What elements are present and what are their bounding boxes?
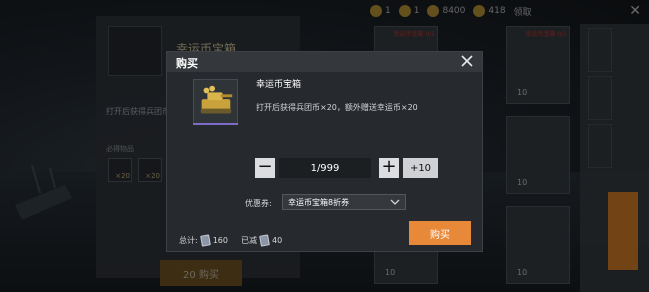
currency-icon [259, 234, 270, 247]
total-label: 总计: [179, 236, 198, 245]
total-value: 160 [212, 236, 228, 245]
price-summary: 总计: 160 已减 40 [179, 234, 283, 247]
quantity-input[interactable]: 1/999 [279, 158, 371, 178]
quantity-minus-button[interactable]: − [255, 158, 275, 178]
rarity-bar [193, 123, 238, 125]
coupon-dropdown[interactable]: 幸运币宝箱8折券 [282, 194, 406, 210]
coupon-selected-value: 幸运币宝箱8折券 [288, 197, 350, 207]
dialog-title: 购买 [176, 57, 198, 70]
quantity-plus10-button[interactable]: +10 [403, 158, 438, 178]
close-icon[interactable] [459, 53, 475, 69]
dialog-header: 购买 [167, 52, 482, 72]
coupon-label: 优惠券: [245, 199, 272, 208]
quantity-plus-button[interactable]: + [379, 158, 399, 178]
currency-icon [199, 234, 211, 247]
item-description: 打开后获得兵团币×20，额外赠送幸运币×20 [256, 103, 418, 112]
purchase-dialog: 购买 幸运币宝箱 打开后获得兵团币×20，额外赠送幸运币×20 − 1/999 … [166, 51, 483, 252]
item-name: 幸运币宝箱 [256, 80, 302, 90]
discount-label: 已减 [240, 236, 257, 245]
discount-value: 40 [271, 236, 283, 245]
chevron-down-icon [390, 199, 400, 205]
tank-chest-icon [200, 85, 233, 114]
buy-button[interactable]: 购买 [409, 221, 471, 245]
item-thumbnail [193, 79, 238, 124]
